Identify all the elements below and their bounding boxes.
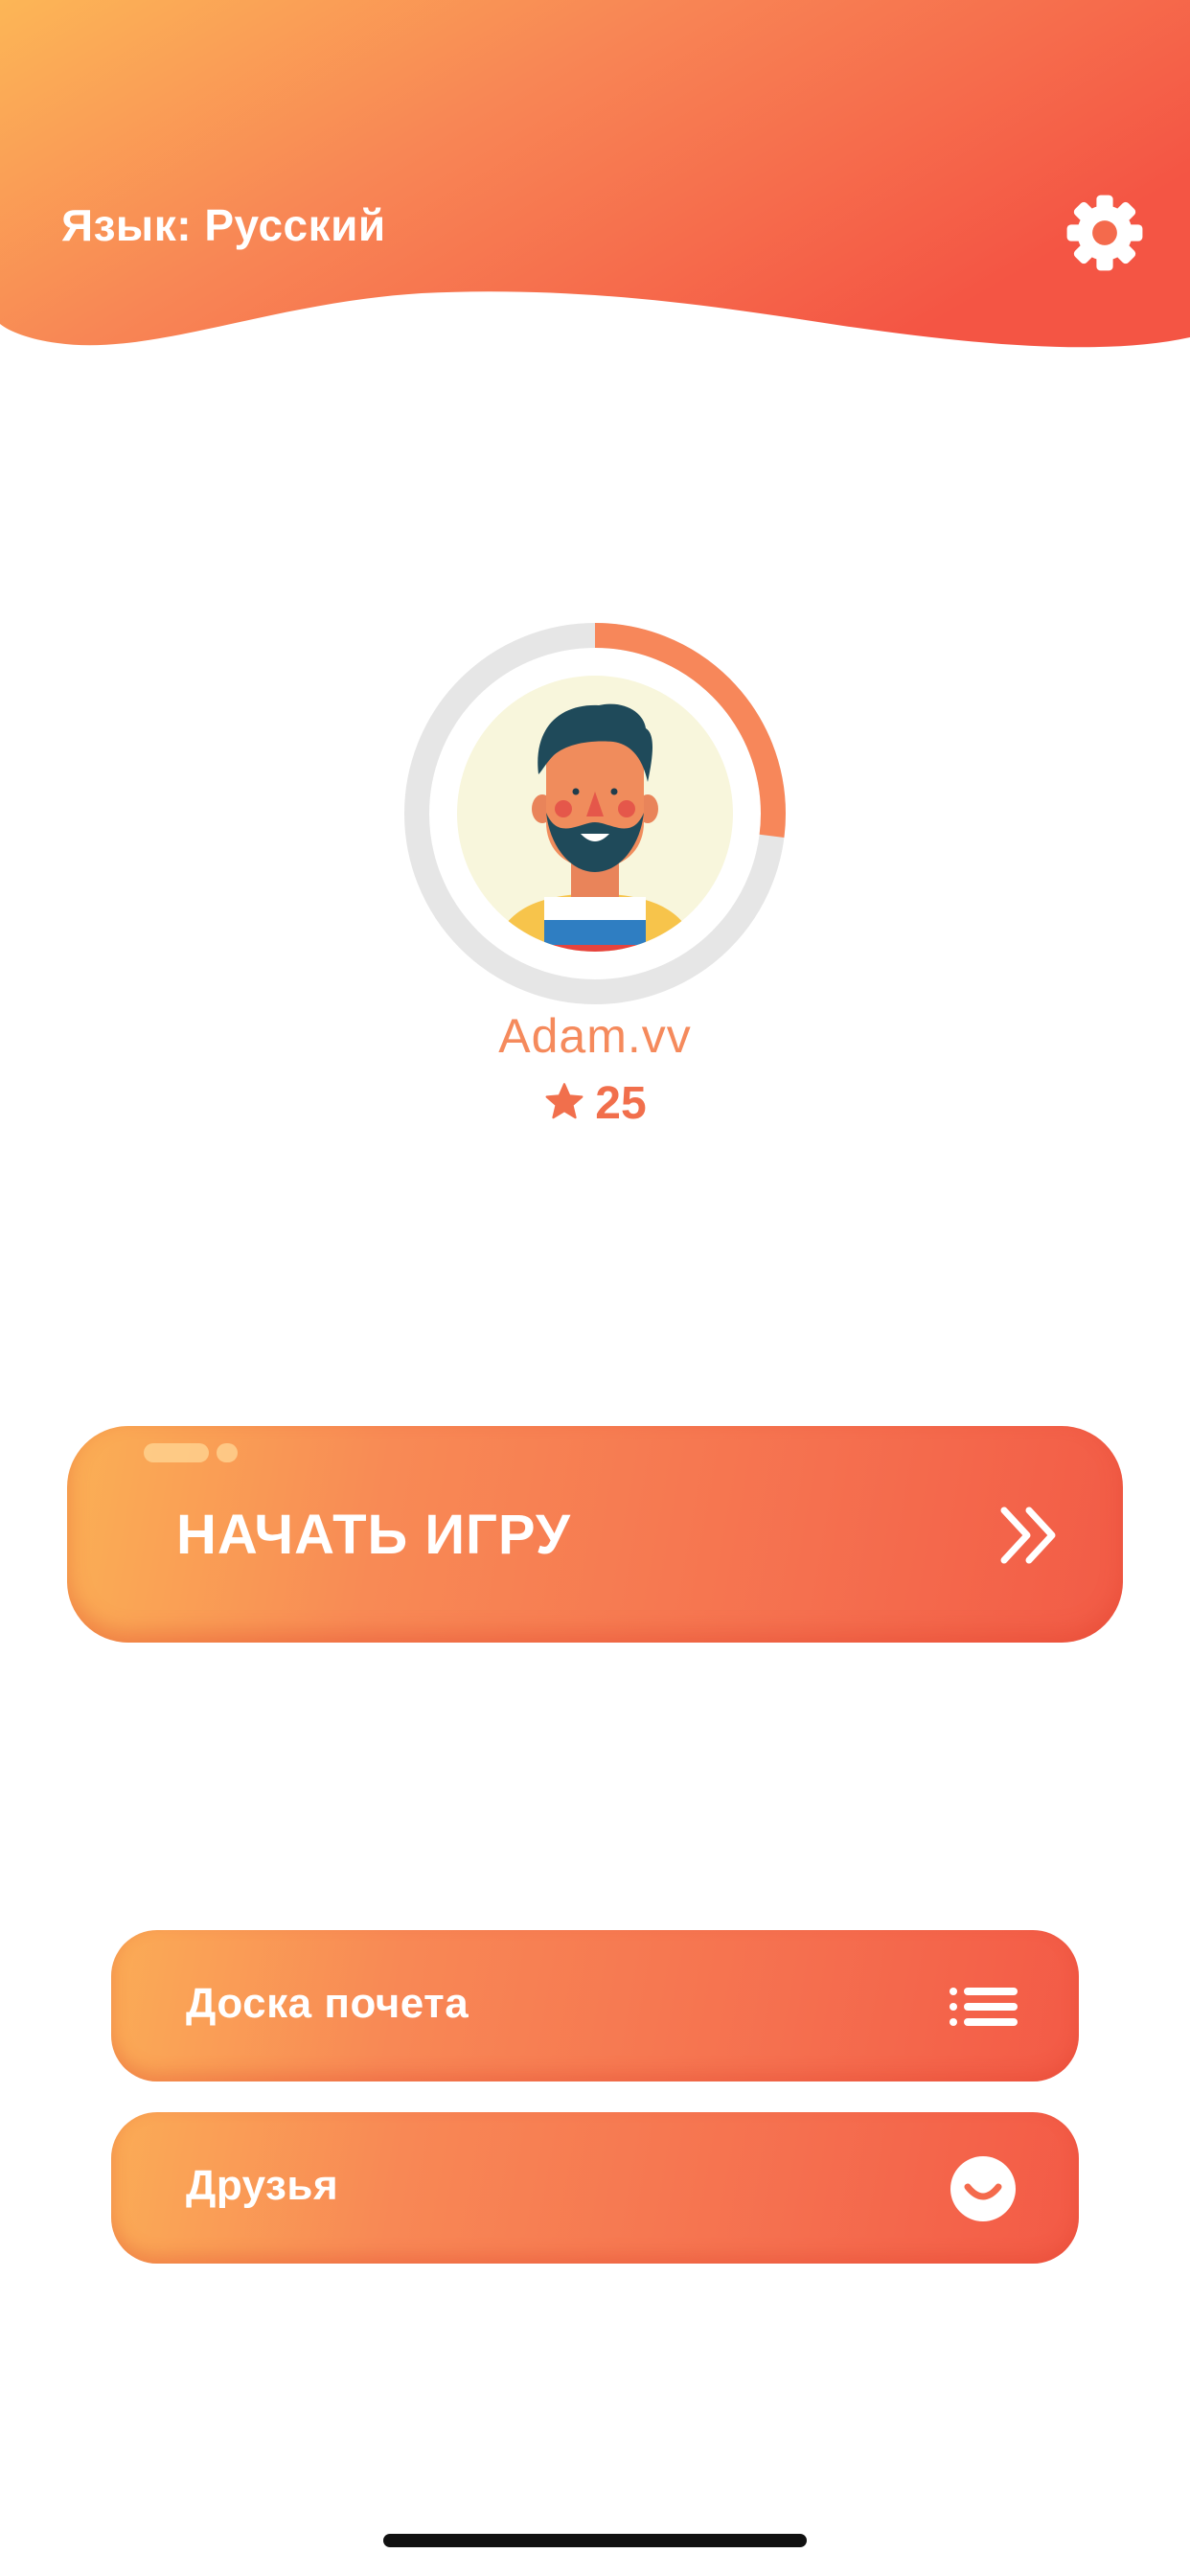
start-game-label: НАЧАТЬ ИГРУ <box>176 1504 571 1566</box>
friends-label: Друзья <box>186 2162 339 2209</box>
username: Adam.vv <box>498 1009 692 1063</box>
score-display: 25 <box>0 1077 1190 1130</box>
double-chevron-right-icon <box>1000 1506 1056 1564</box>
score-value: 25 <box>595 1078 647 1129</box>
avatar[interactable] <box>402 621 788 1006</box>
leaderboard-button[interactable]: Доска почета <box>111 1930 1079 2082</box>
list-icon <box>950 1988 1018 2026</box>
star-icon <box>545 1083 584 1119</box>
gear-icon[interactable] <box>1064 192 1146 274</box>
leaderboard-label: Доска почета <box>186 1980 469 2027</box>
home-indicator[interactable] <box>383 2534 807 2547</box>
header-banner <box>0 0 1190 348</box>
friends-button[interactable]: Друзья <box>111 2112 1079 2264</box>
start-game-button[interactable]: НАЧАТЬ ИГРУ <box>67 1426 1123 1643</box>
button-shine <box>144 1443 209 1462</box>
language-selector[interactable]: Язык: Русский <box>61 199 386 251</box>
smile-icon <box>950 2156 1016 2221</box>
main-screen: Язык: Русский Adam.vv 25 НАЧАТЬ ИГРУ Дос… <box>0 0 1190 2576</box>
button-shine-dot <box>217 1443 238 1462</box>
